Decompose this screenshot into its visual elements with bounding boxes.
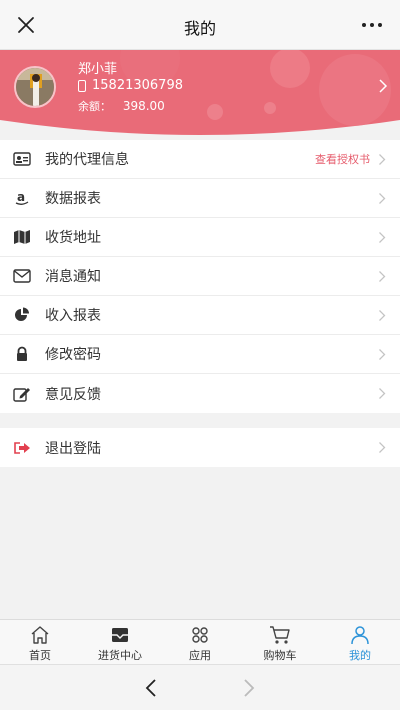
logout-button[interactable]: 退出登陆 bbox=[0, 428, 400, 467]
map-icon bbox=[13, 228, 31, 246]
chevron-right-icon bbox=[379, 79, 388, 93]
apps-icon bbox=[192, 627, 208, 643]
tab-label: 应用 bbox=[189, 649, 211, 662]
menu-item-label: 消息通知 bbox=[45, 269, 101, 285]
menu-item-label: 我的代理信息 bbox=[45, 152, 129, 168]
settings-menu: 我的代理信息 查看授权书 a 数据报表 收货地址 消息通知 收入报表 修改密码 … bbox=[0, 140, 400, 413]
menu-item-income-report[interactable]: 收入报表 bbox=[0, 296, 400, 335]
sign-out-icon bbox=[13, 439, 31, 457]
browser-nav-bar bbox=[0, 664, 400, 710]
more-icon[interactable] bbox=[358, 13, 386, 37]
svg-text:a: a bbox=[17, 190, 25, 204]
cart-icon bbox=[270, 626, 290, 644]
menu-item-label: 修改密码 bbox=[45, 347, 101, 363]
user-icon bbox=[351, 626, 369, 645]
chevron-right-icon bbox=[379, 442, 386, 453]
menu-item-notifications[interactable]: 消息通知 bbox=[0, 257, 400, 296]
mobile-phone-icon bbox=[78, 79, 86, 92]
tab-cart[interactable]: 购物车 bbox=[240, 620, 320, 664]
chevron-right-icon bbox=[379, 309, 386, 321]
profile-name: 郑小菲 bbox=[78, 62, 118, 77]
menu-item-change-password[interactable]: 修改密码 bbox=[0, 335, 400, 374]
envelope-icon bbox=[13, 267, 31, 285]
edit-icon bbox=[13, 385, 31, 403]
menu-item-label: 收入报表 bbox=[45, 308, 101, 324]
profile-background bbox=[0, 50, 400, 135]
home-icon bbox=[31, 626, 49, 644]
tab-label: 我的 bbox=[349, 649, 371, 662]
logout-label: 退出登陆 bbox=[45, 440, 101, 457]
menu-item-agent-info[interactable]: 我的代理信息 查看授权书 bbox=[0, 140, 400, 179]
logout-section: 退出登陆 bbox=[0, 428, 400, 467]
id-card-icon bbox=[13, 150, 31, 168]
menu-item-feedback[interactable]: 意见反馈 bbox=[0, 374, 400, 413]
top-bar: 我的 bbox=[0, 0, 400, 50]
profile-balance: 余额： 398.00 bbox=[78, 98, 165, 114]
balance-value: 398.00 bbox=[122, 99, 165, 113]
tab-label: 进货中心 bbox=[98, 649, 142, 662]
lock-icon bbox=[13, 345, 31, 363]
tab-label: 首页 bbox=[29, 649, 51, 662]
tab-apps[interactable]: 应用 bbox=[160, 620, 240, 664]
avatar[interactable] bbox=[14, 66, 56, 108]
phone-number: 15821306798 bbox=[92, 78, 183, 93]
forward-arrow-icon[interactable] bbox=[241, 678, 257, 698]
chevron-right-icon bbox=[379, 348, 386, 360]
balance-label: 余额： bbox=[78, 100, 111, 113]
tab-mine[interactable]: 我的 bbox=[320, 620, 400, 664]
pie-chart-icon bbox=[13, 306, 31, 324]
menu-item-shipping-address[interactable]: 收货地址 bbox=[0, 218, 400, 257]
profile-header[interactable]: 郑小菲 15821306798 余额： 398.00 bbox=[0, 50, 400, 142]
menu-item-label: 数据报表 bbox=[45, 191, 101, 207]
chevron-right-icon bbox=[379, 153, 386, 165]
chevron-right-icon bbox=[379, 231, 386, 243]
view-authorization-link[interactable]: 查看授权书 bbox=[315, 151, 370, 167]
menu-item-label: 意见反馈 bbox=[45, 386, 101, 403]
menu-item-label: 收货地址 bbox=[45, 230, 101, 246]
amazon-icon: a bbox=[13, 189, 31, 207]
back-arrow-icon[interactable] bbox=[143, 678, 159, 698]
bottom-tab-bar: 首页 进货中心 应用 购物车 我的 bbox=[0, 619, 400, 664]
menu-item-data-report[interactable]: a 数据报表 bbox=[0, 179, 400, 218]
inbox-icon bbox=[112, 628, 128, 642]
page-title: 我的 bbox=[183, 19, 216, 38]
profile-phone: 15821306798 bbox=[78, 78, 183, 93]
tab-label: 购物车 bbox=[263, 649, 297, 662]
tab-home[interactable]: 首页 bbox=[0, 620, 80, 664]
chevron-right-icon bbox=[379, 192, 386, 204]
chevron-right-icon bbox=[379, 270, 386, 282]
tab-purchase-center[interactable]: 进货中心 bbox=[80, 620, 160, 664]
chevron-right-icon bbox=[379, 388, 386, 399]
